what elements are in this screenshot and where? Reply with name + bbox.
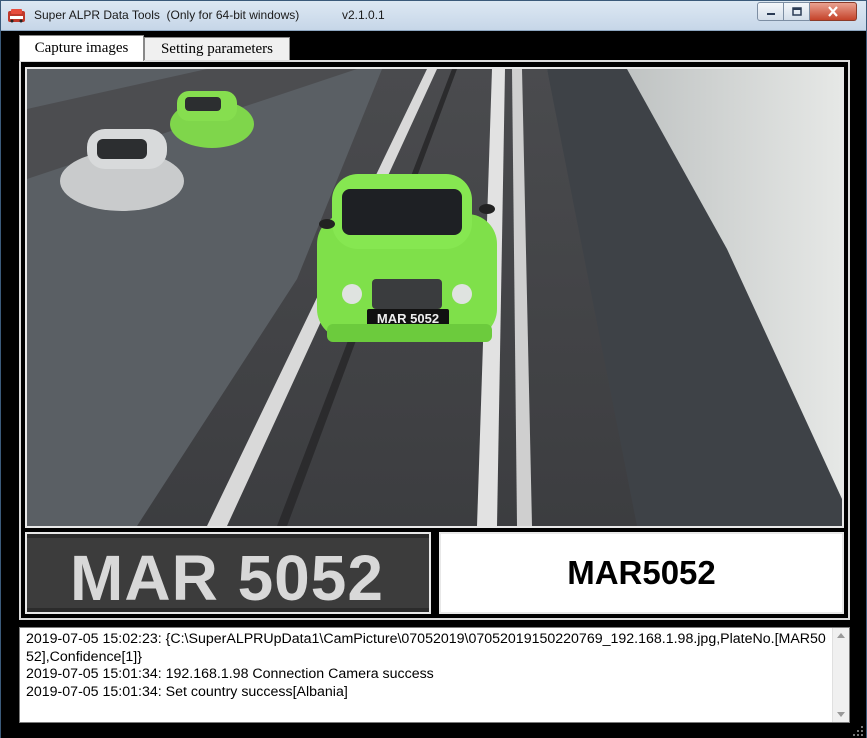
captured-image: MAR 5052 (25, 67, 844, 528)
log-line: 2019-07-05 15:01:34: Set country success… (26, 683, 348, 700)
close-button[interactable] (810, 2, 857, 21)
car-plate-text: MAR 5052 (377, 311, 439, 326)
log-lines: 2019-07-05 15:02:23: {C:\SuperALPRUpData… (26, 631, 832, 701)
recognized-plate-text: MAR5052 (567, 554, 716, 591)
scroll-down-icon[interactable] (837, 712, 845, 717)
tab-setting-parameters[interactable]: Setting parameters (144, 37, 290, 61)
main-car: MAR 5052 (317, 174, 497, 342)
close-icon (828, 6, 838, 17)
version-label: v2.1.0.1 (342, 8, 385, 22)
minimize-icon (766, 12, 775, 15)
minimize-button[interactable] (757, 2, 784, 21)
title-bar[interactable]: Super ALPR Data Tools (Only for 64-bit w… (1, 1, 866, 31)
maximize-button[interactable] (784, 2, 810, 21)
log-textbox[interactable]: 2019-07-05 15:02:23: {C:\SuperALPRUpData… (19, 627, 850, 723)
plate-crop-image: MAR 5052 (25, 532, 431, 614)
window-title: Super ALPR Data Tools (Only for 64-bit w… (34, 8, 300, 22)
scroll-up-icon[interactable] (837, 633, 845, 638)
maximize-icon (791, 7, 802, 16)
resize-grip-icon[interactable] (852, 725, 864, 737)
status-bar (1, 723, 866, 738)
log-line: 2019-07-05 15:01:34: 192.168.1.98 Connec… (26, 666, 434, 682)
plate-crop-text: MAR 5052 (70, 542, 384, 612)
app-window: Super ALPR Data Tools (Only for 64-bit w… (0, 0, 867, 738)
car-app-icon (8, 9, 25, 23)
recognized-plate-box: MAR5052 (439, 532, 844, 614)
log-scrollbar[interactable] (832, 628, 849, 722)
tab-capture-images[interactable]: Capture images (19, 35, 144, 61)
log-line: 2019-07-05 15:02:23: {C:\SuperALPRUpData… (26, 631, 826, 665)
